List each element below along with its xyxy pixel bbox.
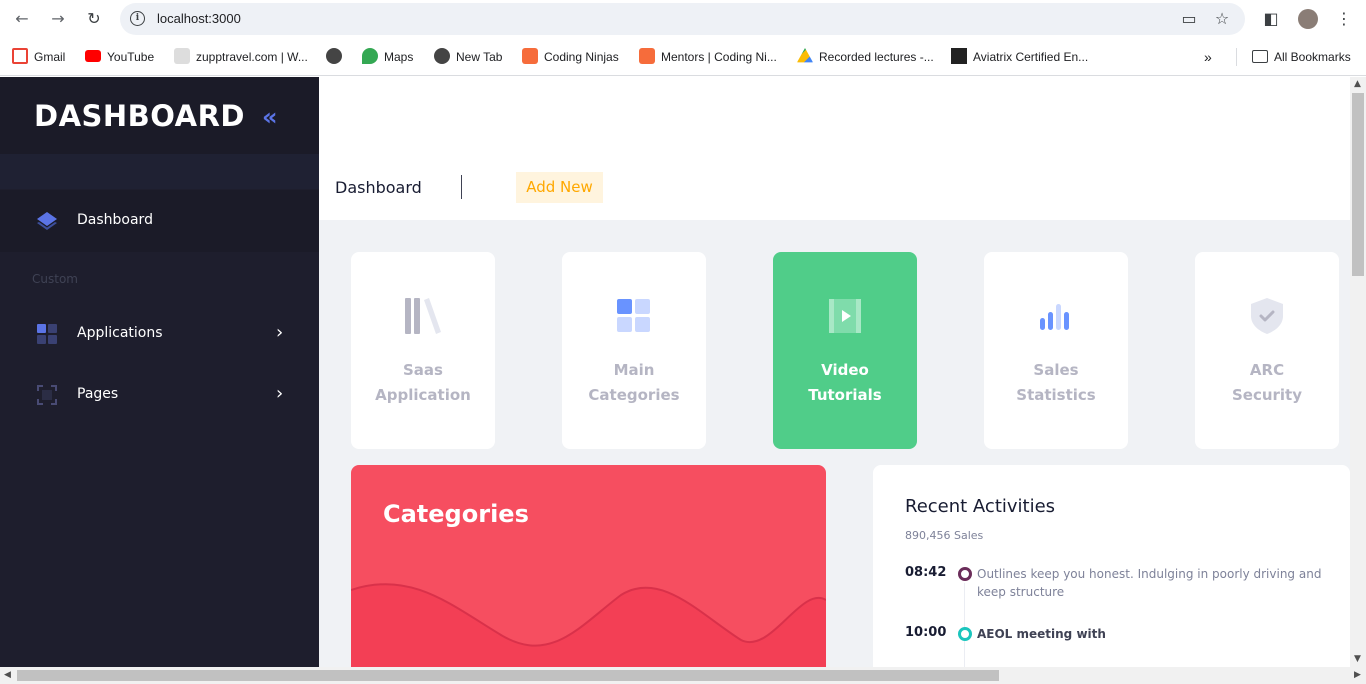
- more-bookmarks-icon[interactable]: »: [1204, 48, 1212, 66]
- scroll-down-icon[interactable]: ▼: [1354, 654, 1361, 664]
- tile-main-categories[interactable]: Main Categories: [562, 252, 706, 449]
- categories-title: Categories: [383, 500, 529, 528]
- tile-label: Saas Application: [375, 361, 471, 404]
- sidebar-strip: [0, 154, 319, 189]
- folder-icon: [1252, 50, 1268, 63]
- page-title: Dashboard: [335, 178, 422, 197]
- menu-icon[interactable]: ⋮: [1335, 10, 1353, 28]
- tile-label: ARC Security: [1231, 361, 1303, 404]
- timeline-time: 10:00: [905, 625, 947, 640]
- shield-icon: [1251, 298, 1283, 334]
- categories-card: Categories: [351, 465, 826, 667]
- aviatrix-icon: [951, 48, 967, 64]
- sidebar-item-label: Pages: [77, 386, 119, 402]
- sidebar-item-label: Dashboard: [77, 212, 153, 228]
- bookmark-gmail[interactable]: Gmail: [12, 48, 65, 66]
- bookmark-maps[interactable]: Maps: [362, 48, 413, 66]
- vertical-scrollbar[interactable]: ▲ ▼: [1350, 77, 1366, 667]
- browser-toolbar: ← → ↻ i localhost:3000 ▭ ☆ ◧ ⋮: [0, 0, 1366, 38]
- bookmark-youtube[interactable]: YouTube: [85, 48, 154, 66]
- sidebar-item-applications[interactable]: Applications ›: [0, 303, 319, 365]
- sidebar-title: DASHBOARD: [34, 99, 245, 133]
- tile-saas-application[interactable]: Saas Application: [351, 252, 495, 449]
- subheader: Dashboard Add New: [319, 77, 1350, 220]
- install-app-icon[interactable]: ▭: [1180, 10, 1198, 28]
- drive-icon: [797, 48, 813, 63]
- vertical-scroll-thumb[interactable]: [1352, 93, 1364, 276]
- tile-label: Sales Statistics: [1016, 361, 1096, 404]
- timeline-dot-icon: [958, 567, 972, 581]
- tile-video-tutorials[interactable]: Video Tutorials: [773, 252, 917, 449]
- coding-ninjas-icon: [639, 48, 655, 64]
- sidebar-header: DASHBOARD «: [0, 77, 319, 154]
- bookmark-mentors[interactable]: Mentors | Coding Ni...: [639, 48, 777, 66]
- timeline-time: 08:42: [905, 565, 947, 580]
- address-bar[interactable]: i localhost:3000 ▭ ☆: [120, 3, 1245, 35]
- bookmark-zupptravel[interactable]: zupptravel.com | W...: [174, 48, 308, 66]
- timeline-dot-icon: [958, 627, 972, 641]
- sidebar-item-pages[interactable]: Pages ›: [0, 364, 319, 426]
- maps-icon: [362, 48, 378, 64]
- youtube-icon: [85, 50, 101, 62]
- sidebar: DASHBOARD « Dashboard Custom Application…: [0, 77, 319, 667]
- tile-arc-security[interactable]: ARC Security: [1195, 252, 1339, 449]
- subheader-divider: [461, 175, 462, 199]
- tile-label: Video Tutorials: [808, 361, 882, 404]
- bookmark-recorded-lectures[interactable]: Recorded lectures -...: [797, 48, 934, 66]
- tile-sales-statistics[interactable]: Sales Statistics: [984, 252, 1128, 449]
- bookmarks-bar: Gmail YouTube zupptravel.com | W... Maps…: [0, 38, 1366, 76]
- side-panel-icon[interactable]: ◧: [1262, 10, 1280, 28]
- grid-icon: [37, 324, 57, 344]
- recent-activities-card: Recent Activities 890,456 Sales 08:42 Ou…: [873, 465, 1350, 667]
- grid-icon: [617, 299, 650, 332]
- categories-wave: [351, 583, 826, 667]
- layers-icon: [37, 212, 57, 230]
- back-icon[interactable]: ←: [11, 8, 33, 30]
- timeline-text: Outlines keep you honest. Indulging in p…: [977, 567, 1322, 599]
- chevron-right-icon: ›: [276, 383, 284, 404]
- library-icon: [405, 298, 441, 334]
- globe-icon: [326, 48, 342, 64]
- bookmark-globe[interactable]: [326, 48, 348, 66]
- timeline-line: [964, 583, 965, 667]
- horizontal-scroll-thumb[interactable]: [17, 670, 999, 681]
- forward-icon[interactable]: →: [47, 8, 69, 30]
- all-bookmarks[interactable]: All Bookmarks: [1252, 48, 1351, 66]
- site-info-icon[interactable]: i: [130, 11, 145, 26]
- profile-avatar[interactable]: [1298, 9, 1318, 29]
- video-icon: [829, 299, 861, 333]
- recent-activities-subtitle: 890,456 Sales: [905, 529, 984, 542]
- coding-ninjas-icon: [522, 48, 538, 64]
- sidebar-item-dashboard[interactable]: Dashboard: [0, 190, 319, 252]
- tile-label: Main Categories: [588, 361, 680, 404]
- gmail-icon: [12, 48, 28, 64]
- bookmark-star-icon[interactable]: ☆: [1213, 10, 1231, 28]
- timeline-text: AEOL meeting with: [977, 627, 1106, 641]
- scroll-up-icon[interactable]: ▲: [1354, 79, 1361, 89]
- bookmark-aviatrix[interactable]: Aviatrix Certified En...: [951, 48, 1088, 66]
- bookmarks-divider: [1236, 48, 1237, 66]
- recent-activities-title: Recent Activities: [905, 496, 1056, 517]
- main-content: Dashboard Add New Saas Application Main Ca…: [319, 77, 1350, 667]
- reload-icon[interactable]: ↻: [83, 8, 105, 30]
- add-new-button[interactable]: Add New: [516, 172, 603, 203]
- bookmark-coding-ninjas[interactable]: Coding Ninjas: [522, 48, 619, 66]
- scroll-right-icon[interactable]: ▶: [1354, 670, 1361, 680]
- pages-icon: [37, 385, 57, 405]
- sidebar-item-label: Applications: [77, 325, 163, 341]
- globe-icon: [434, 48, 450, 64]
- bar-chart-icon: [1040, 304, 1069, 330]
- sidebar-section-label: Custom: [32, 272, 78, 286]
- collapse-sidebar-icon[interactable]: «: [262, 103, 278, 131]
- bookmark-new-tab[interactable]: New Tab: [434, 48, 502, 66]
- hourglass-icon: [174, 48, 190, 64]
- chevron-right-icon: ›: [276, 322, 284, 343]
- url-text: localhost:3000: [157, 11, 241, 26]
- horizontal-scrollbar[interactable]: ◀ ▶: [0, 667, 1366, 684]
- scroll-left-icon[interactable]: ◀: [4, 670, 11, 680]
